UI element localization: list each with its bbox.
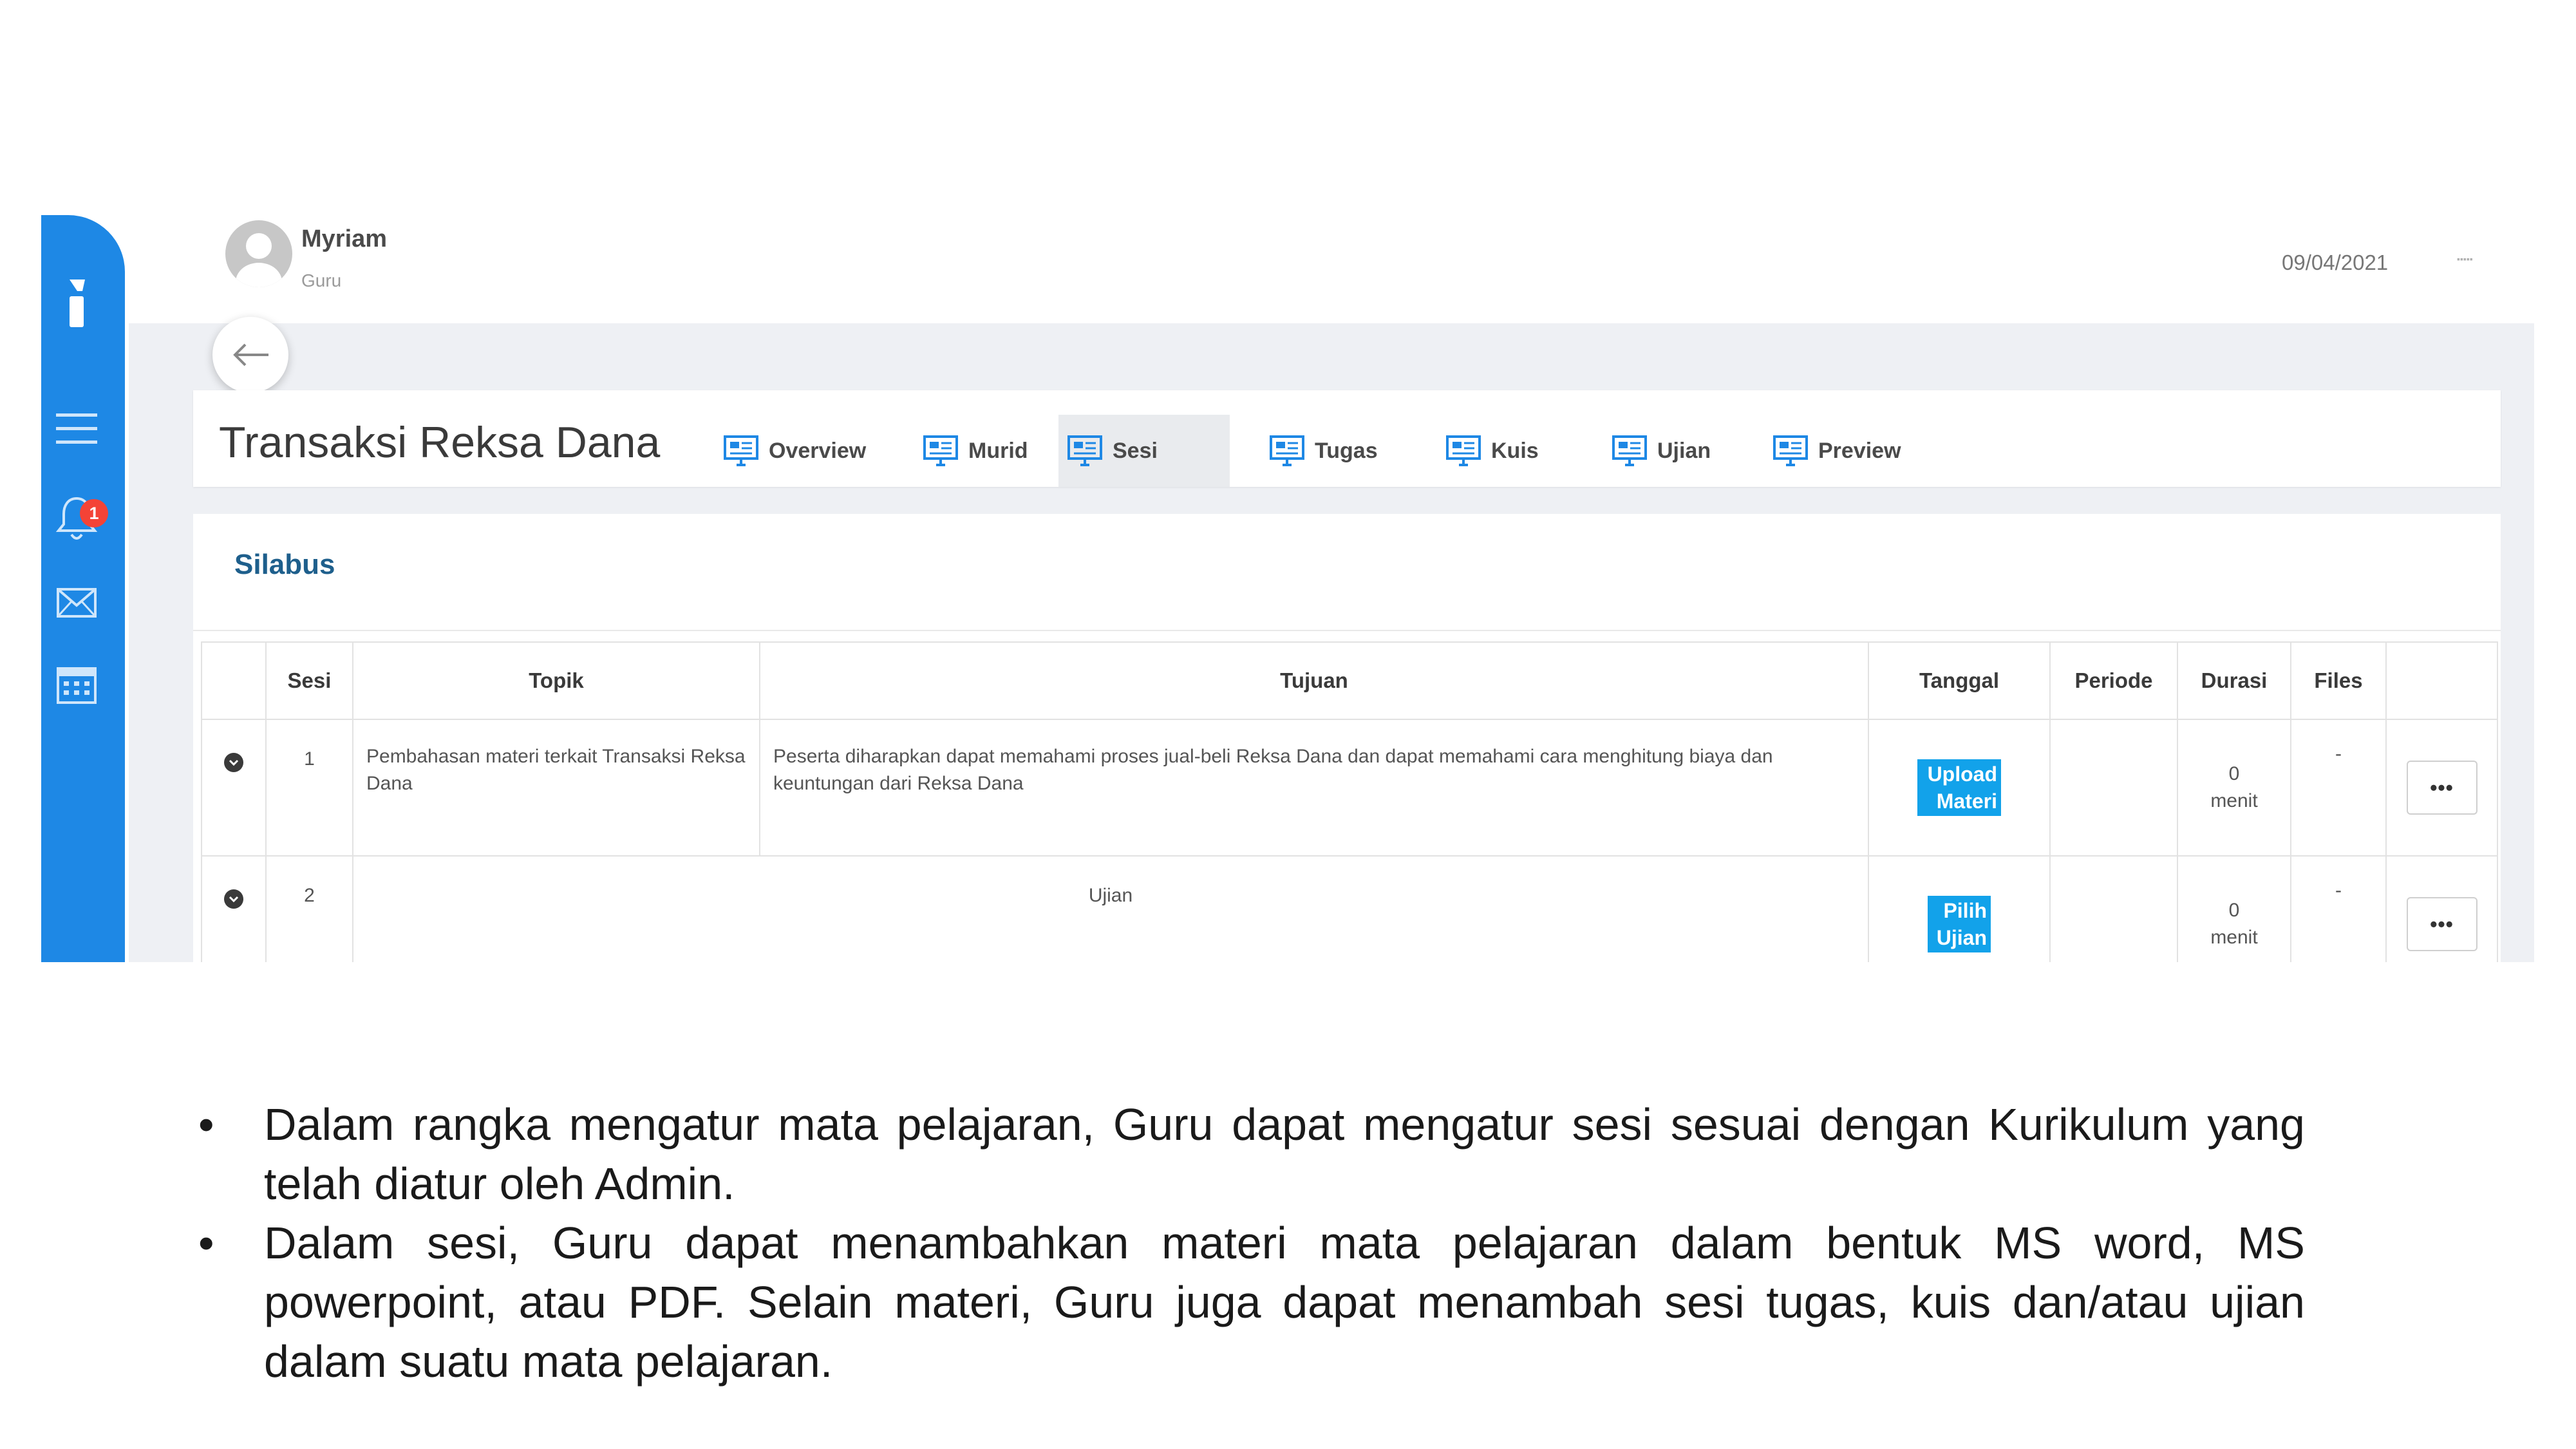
tab-label: Sesi — [1113, 438, 1158, 463]
section-title: Silabus — [234, 549, 335, 580]
user-name: Myriam — [301, 225, 388, 252]
bullet-text: Dalam sesi, Guru dapat menambahkan mater… — [264, 1218, 2305, 1387]
current-date: 09/04/2021 — [2282, 251, 2389, 274]
user-role: Guru — [301, 270, 342, 290]
actions-cell: ••• — [2385, 719, 2498, 857]
files-cell: - — [2290, 855, 2387, 962]
avatar[interactable] — [225, 220, 292, 287]
column-header: Tujuan — [759, 641, 1869, 720]
sidebar: 1 — [41, 215, 125, 962]
menu-icon[interactable] — [52, 404, 101, 453]
bullet-symbol: • — [198, 1218, 214, 1268]
column-header: Sesi — [265, 641, 353, 720]
duration-value: 0 — [2228, 900, 2240, 921]
syllabus-panel: Silabus Sesi Topik Tujuan Tanggal Period… — [193, 514, 2501, 962]
page-title: Transaksi Reksa Dana — [219, 418, 661, 467]
monitor-icon — [1446, 435, 1481, 466]
tab-label: Ujian — [1657, 438, 1711, 463]
monitor-icon — [1067, 435, 1102, 466]
arrow-left-icon — [233, 343, 268, 366]
tab-overview[interactable]: Overview — [715, 415, 875, 487]
table-row: 2 Ujian Pilih Ujian 0 menit - ••• — [201, 855, 2498, 962]
bullet-symbol: • — [198, 1099, 214, 1150]
more-options-button[interactable]: ••• — [2406, 897, 2477, 951]
table-header-row: Sesi Topik Tujuan Tanggal Periode Durasi… — [201, 641, 2498, 720]
column-header-expand — [201, 641, 267, 720]
bullet-text: Dalam rangka mengatur mata pelajaran, Gu… — [264, 1099, 2305, 1209]
date-cell: Pilih Ujian — [1868, 855, 2051, 962]
tab-label: Preview — [1818, 438, 1901, 463]
actions-cell: ••• — [2385, 855, 2498, 962]
chevron-down-icon — [224, 753, 243, 772]
period-cell — [2049, 719, 2178, 857]
column-header: Durasi — [2177, 641, 2291, 720]
bullet-item: • Dalam rangka mengatur mata pelajaran, … — [193, 1095, 2305, 1213]
brand-logo-icon — [70, 279, 85, 327]
duration-cell: 0 menit — [2177, 719, 2291, 857]
expand-toggle[interactable] — [201, 855, 267, 962]
column-header-actions — [2385, 641, 2498, 720]
duration-cell: 0 menit — [2177, 855, 2291, 962]
chevron-down-icon — [224, 889, 243, 909]
monitor-icon — [923, 435, 958, 466]
duration-unit: menit — [2210, 790, 2258, 811]
column-header: Periode — [2049, 641, 2178, 720]
objective-cell: Peserta diharapkan dapat memahami proses… — [759, 719, 1869, 857]
tab-label: Tugas — [1315, 438, 1378, 463]
date-cell: Upload Materi — [1868, 719, 2051, 857]
tab-preview[interactable]: Preview — [1764, 415, 1910, 487]
expand-toggle[interactable] — [201, 719, 267, 857]
syllabus-table: Sesi Topik Tujuan Tanggal Periode Durasi… — [201, 641, 2498, 962]
tab-murid[interactable]: Murid — [914, 415, 1037, 487]
app-screenshot: 1 Myriam Guru 09/04/2021 ▪▪▪▪▪ Transaksi… — [41, 215, 2534, 962]
session-number: 1 — [265, 719, 353, 857]
divider — [193, 630, 2501, 631]
notification-count-badge: 1 — [80, 499, 108, 527]
monitor-icon — [724, 435, 758, 466]
column-header: Topik — [352, 641, 760, 720]
duration-unit: menit — [2210, 927, 2258, 948]
select-exam-button[interactable]: Pilih Ujian — [1928, 896, 1991, 952]
tab-label: Kuis — [1491, 438, 1539, 463]
duration-value: 0 — [2228, 763, 2240, 784]
monitor-icon — [1773, 435, 1808, 466]
mail-icon[interactable] — [52, 578, 101, 627]
bullet-item: • Dalam sesi, Guru dapat menambahkan mat… — [193, 1213, 2305, 1391]
monitor-icon — [1612, 435, 1647, 466]
calendar-icon[interactable] — [52, 659, 101, 708]
table-row: 1 Pembahasan materi terkait Transaksi Re… — [201, 719, 2498, 857]
tab-label: Murid — [968, 438, 1028, 463]
more-options-button[interactable]: ••• — [2406, 761, 2477, 815]
course-header: Transaksi Reksa Dana Overview Murid Sesi… — [193, 390, 2501, 487]
monitor-icon — [1270, 435, 1304, 466]
back-button[interactable] — [212, 317, 288, 393]
files-cell: - — [2290, 719, 2387, 857]
session-number: 2 — [265, 855, 353, 962]
tab-tugas[interactable]: Tugas — [1261, 415, 1387, 487]
column-header: Tanggal — [1868, 641, 2051, 720]
topic-cell: Pembahasan materi terkait Transaksi Reks… — [352, 719, 760, 857]
description-bullets: • Dalam rangka mengatur mata pelajaran, … — [193, 1095, 2305, 1391]
column-header: Files — [2290, 641, 2387, 720]
period-cell — [2049, 855, 2178, 962]
tab-ujian[interactable]: Ujian — [1603, 415, 1720, 487]
topic-cell: Ujian — [352, 855, 1869, 962]
user-avatar-icon — [236, 233, 282, 287]
tab-kuis[interactable]: Kuis — [1437, 415, 1548, 487]
header-mini-logo-icon: ▪▪▪▪▪ — [2457, 254, 2473, 264]
tab-sesi[interactable]: Sesi — [1058, 415, 1230, 487]
upload-material-button[interactable]: Upload Materi — [1917, 759, 2001, 816]
tab-label: Overview — [769, 438, 867, 463]
